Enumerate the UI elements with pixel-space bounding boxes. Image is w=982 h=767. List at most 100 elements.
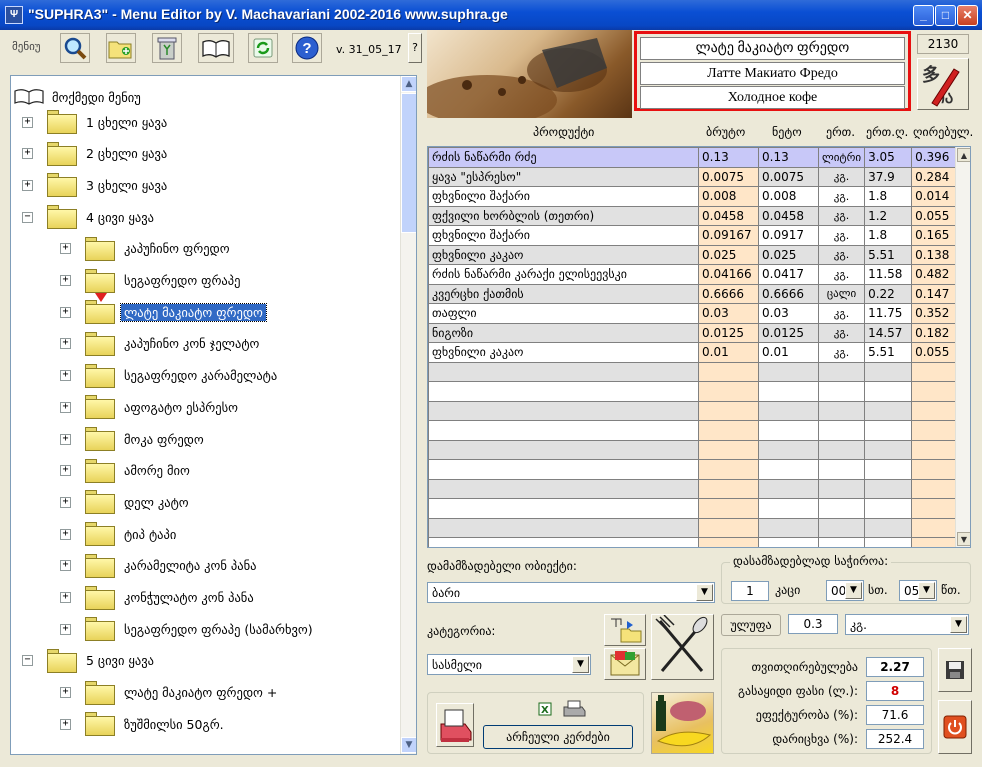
- open-book-button[interactable]: [198, 33, 234, 63]
- ingredients-grid[interactable]: რძის ნაწარმი რძე 0.13 0.13 ლიტრი 3.05 0.396 ყა…: [427, 146, 971, 548]
- table-cell[interactable]: 0.09167: [698, 225, 759, 246]
- table-cell[interactable]: [698, 400, 759, 421]
- dishes-button[interactable]: [651, 614, 714, 680]
- table-cell[interactable]: 0.396: [911, 147, 958, 168]
- table-cell[interactable]: 37.9: [864, 166, 913, 187]
- table-row[interactable]: [428, 381, 958, 402]
- table-cell[interactable]: [864, 400, 913, 421]
- table-cell[interactable]: [698, 537, 759, 547]
- close-button[interactable]: ✕: [957, 5, 978, 26]
- chevron-down-icon[interactable]: ▼: [845, 582, 862, 599]
- table-row[interactable]: [428, 439, 958, 460]
- table-cell[interactable]: 11.75: [864, 303, 913, 324]
- category-select[interactable]: სასმელი ▼: [427, 654, 591, 675]
- tree-item[interactable]: − 4 ცივი ყავა: [22, 203, 157, 231]
- about-button[interactable]: ?: [408, 33, 422, 63]
- table-cell[interactable]: [817, 498, 866, 519]
- table-cell[interactable]: [698, 381, 759, 402]
- tree-item[interactable]: + კონჭულატო კონ პანა: [60, 584, 257, 612]
- table-cell[interactable]: კვერცხი ქათმის: [428, 283, 699, 304]
- table-cell[interactable]: [911, 381, 958, 402]
- name-russian-sub-field[interactable]: Холодное кофе: [640, 86, 905, 109]
- tree-item[interactable]: + ტიპ ტაპი: [60, 520, 179, 548]
- table-cell[interactable]: 0.6666: [758, 283, 819, 304]
- table-cell[interactable]: 0.025: [698, 244, 759, 265]
- table-cell[interactable]: 0.01: [698, 342, 759, 363]
- table-cell[interactable]: [911, 439, 958, 460]
- table-cell[interactable]: [817, 439, 866, 460]
- table-cell[interactable]: 3.05: [864, 147, 913, 168]
- table-row[interactable]: ფხვნილი კაკაო 0.01 0.01 კგ. 5.51 0.055: [428, 342, 958, 363]
- table-cell[interactable]: [864, 439, 913, 460]
- table-cell[interactable]: თაფლი: [428, 303, 699, 324]
- table-row[interactable]: [428, 400, 958, 421]
- small-printer-icon[interactable]: [562, 699, 586, 717]
- table-cell[interactable]: 0.0917: [758, 225, 819, 246]
- table-cell[interactable]: კგ.: [817, 303, 866, 324]
- table-cell[interactable]: ფქვილი ხორბლის (თეთრი): [428, 205, 699, 226]
- translate-button[interactable]: 多 ᲘᲐ: [917, 58, 969, 110]
- table-cell[interactable]: 0.025: [758, 244, 819, 265]
- table-cell[interactable]: 0.165: [911, 225, 958, 246]
- table-cell[interactable]: [698, 439, 759, 460]
- scroll-thumb[interactable]: [401, 93, 416, 233]
- table-cell[interactable]: [428, 400, 699, 421]
- table-cell[interactable]: 0.008: [758, 186, 819, 207]
- table-cell[interactable]: [817, 537, 866, 547]
- table-cell[interactable]: [698, 498, 759, 519]
- tree-item[interactable]: + ამორე მიო: [60, 457, 193, 485]
- expand-icon[interactable]: +: [60, 718, 71, 730]
- tree-scrollbar[interactable]: ▲ ▼: [400, 76, 416, 754]
- tree-item[interactable]: + კაპუჩინო კონ ჯელატო: [60, 330, 262, 358]
- table-cell[interactable]: [758, 537, 819, 547]
- expand-icon[interactable]: +: [60, 465, 71, 477]
- tree-item[interactable]: + სეგაფრედო ფრაპე: [60, 267, 243, 295]
- maximize-button[interactable]: □: [935, 5, 956, 26]
- table-cell[interactable]: [864, 517, 913, 538]
- persons-input[interactable]: 1: [731, 581, 769, 601]
- expand-icon[interactable]: +: [60, 338, 71, 350]
- save-button[interactable]: [938, 648, 972, 692]
- grid-scroll-up[interactable]: ▲: [957, 148, 970, 162]
- table-cell[interactable]: [698, 420, 759, 441]
- title-bar[interactable]: Ψ "SUPHRA3" - Menu Editor by V. Machavar…: [0, 0, 982, 30]
- exit-button[interactable]: [938, 700, 972, 754]
- tree-item[interactable]: + დელ კატო: [60, 488, 192, 516]
- table-cell[interactable]: კგ.: [817, 205, 866, 226]
- table-row[interactable]: თაფლი 0.03 0.03 კგ. 11.75 0.352: [428, 303, 958, 324]
- tree-item[interactable]: + ლატე მაკიატო ფრედო +: [60, 679, 280, 707]
- table-row[interactable]: [428, 361, 958, 382]
- table-cell[interactable]: [698, 459, 759, 480]
- table-cell[interactable]: ლიტრი: [817, 147, 866, 168]
- table-cell[interactable]: 0.014: [911, 186, 958, 207]
- expand-icon[interactable]: +: [60, 370, 71, 382]
- table-cell[interactable]: კგ.: [817, 186, 866, 207]
- table-cell[interactable]: [911, 400, 958, 421]
- table-cell[interactable]: [911, 537, 958, 547]
- table-cell[interactable]: კგ.: [817, 244, 866, 265]
- table-cell[interactable]: [817, 400, 866, 421]
- tree-item[interactable]: +2 ცხელი ყავა: [22, 140, 170, 168]
- table-cell[interactable]: 5.51: [864, 244, 913, 265]
- table-row[interactable]: რძის ნაწარმი კარაქი ელისეევსკი 0.04166 0.0…: [428, 264, 958, 285]
- table-row[interactable]: ფხვნილი შაქარი 0.09167 0.0917 კგ. 1.8 0.165: [428, 225, 958, 246]
- tree-item[interactable]: + მოკა ფრედო: [60, 425, 207, 453]
- table-cell[interactable]: [698, 478, 759, 499]
- expand-icon[interactable]: +: [60, 433, 71, 445]
- table-cell[interactable]: 0.0417: [758, 264, 819, 285]
- delete-button[interactable]: [152, 33, 182, 63]
- chevron-down-icon[interactable]: ▼: [918, 582, 935, 599]
- table-cell[interactable]: ყავა "ესპრესო": [428, 166, 699, 187]
- table-cell[interactable]: 1.2: [864, 205, 913, 226]
- table-cell[interactable]: ფხვნილი კაკაო: [428, 244, 699, 265]
- table-cell[interactable]: [428, 361, 699, 382]
- table-cell[interactable]: ფხვნილი შაქარი: [428, 186, 699, 207]
- expand-icon[interactable]: +: [22, 179, 33, 191]
- table-row[interactable]: ფხვნილი შაქარი 0.008 0.008 კგ. 1.8 0.014: [428, 186, 958, 207]
- name-georgian-field[interactable]: ლატე მაკიატო ფრედო: [640, 37, 905, 60]
- table-cell[interactable]: 0.482: [911, 264, 958, 285]
- table-cell[interactable]: კგ.: [817, 342, 866, 363]
- table-cell[interactable]: 0.0458: [698, 205, 759, 226]
- table-cell[interactable]: 0.055: [911, 342, 958, 363]
- grid-scrollbar[interactable]: ▲ ▼: [955, 147, 970, 547]
